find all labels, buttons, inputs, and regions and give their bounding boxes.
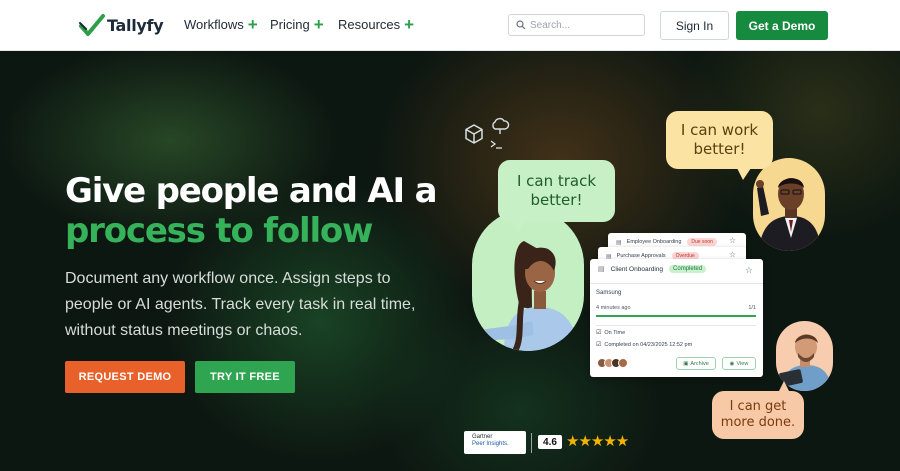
divider xyxy=(590,283,763,284)
assignee-avatars xyxy=(597,358,628,368)
view-button[interactable]: ◉ View xyxy=(722,357,756,370)
progress-bar xyxy=(596,315,756,317)
headline-line-2: process to follow xyxy=(65,211,373,251)
headline-line-1: Give people and AI a xyxy=(65,171,438,211)
progress-count: 1/1 xyxy=(748,305,756,311)
bubble-tail xyxy=(512,221,526,233)
card-title: Client Onboarding xyxy=(610,265,664,273)
plus-icon: + xyxy=(247,15,258,34)
process-icon: ▤ xyxy=(616,239,622,246)
divider xyxy=(596,325,756,326)
avatar xyxy=(618,358,628,368)
hero-section: Give people and AI a process to follow D… xyxy=(0,51,900,471)
time-ago: 4 minutes ago xyxy=(596,305,631,311)
speech-bubble-work: I can work better! xyxy=(666,111,773,169)
nav-item-resources[interactable]: Resources + xyxy=(338,15,415,34)
cloud-icon xyxy=(492,117,510,134)
hero-subtext: Document any workflow once. Assign steps… xyxy=(65,270,416,339)
on-time-row: ☑ On Time xyxy=(596,329,626,337)
completed-text: Completed on 04/23/2025 12:52 pm xyxy=(604,341,693,348)
peer-insights-label: Peer Insights. xyxy=(472,441,509,447)
rating-stars: ★★★★★ xyxy=(566,433,629,450)
nav-item-label: Pricing xyxy=(270,17,310,32)
hero-headline: Give people and AI a process to follow xyxy=(65,171,438,251)
get-demo-button[interactable]: Get a Demo xyxy=(736,11,828,40)
card-title: Employee Onboarding xyxy=(626,239,682,245)
speech-bubble-track: I can track better! xyxy=(498,160,615,222)
logo-check-icon xyxy=(79,13,105,36)
request-demo-button[interactable]: REQUEST DEMO xyxy=(65,361,185,393)
nav-item-label: Workflows xyxy=(184,17,244,32)
status-badge: Due soon xyxy=(687,238,717,246)
gartner-peer-insights-badge[interactable]: Gartner Peer Insights. xyxy=(464,431,526,454)
process-icon: ▤ xyxy=(598,266,605,273)
speech-bubble-done: I can get more done. xyxy=(712,391,804,439)
plus-icon: + xyxy=(404,15,415,34)
plus-icon: + xyxy=(313,15,324,34)
checkbox-icon: ☑ xyxy=(596,342,602,348)
star-icon[interactable]: ☆ xyxy=(745,265,753,276)
nav-item-pricing[interactable]: Pricing + xyxy=(270,15,324,34)
archive-icon: ▣ xyxy=(683,360,689,367)
eye-icon: ◉ xyxy=(729,360,735,367)
woman-pointing-image xyxy=(472,209,584,351)
terminal-icon xyxy=(490,140,502,149)
star-icon[interactable]: ☆ xyxy=(729,250,736,259)
on-time-status: On Time xyxy=(604,329,626,336)
company-name: Samsung xyxy=(596,290,622,296)
archive-label: Archive xyxy=(690,360,709,367)
try-free-button[interactable]: TRY IT FREE xyxy=(195,361,295,393)
clock-check-icon: ☑ xyxy=(596,330,602,336)
rating-score: 4.6 xyxy=(538,435,562,449)
rating-divider xyxy=(531,433,532,453)
archive-button[interactable]: ▣ Archive xyxy=(676,357,716,370)
nav-item-label: Resources xyxy=(338,17,401,32)
status-badge: Completed xyxy=(669,265,707,273)
nav-item-workflows[interactable]: Workflows + xyxy=(184,15,258,34)
bubble-tail xyxy=(737,168,751,180)
logo-text: Tallyfy xyxy=(107,16,164,35)
cube-icon xyxy=(465,124,483,144)
search-box xyxy=(508,14,645,36)
top-nav: Tallyfy Workflows + Pricing + Resources … xyxy=(0,0,900,51)
process-card-client-onboarding[interactable]: ▤ Client Onboarding Completed ☆ Samsung … xyxy=(590,259,763,377)
completed-row: ☑ Completed on 04/23/2025 12:52 pm xyxy=(596,341,693,349)
sign-in-button[interactable]: Sign In xyxy=(660,11,729,40)
view-label: View xyxy=(736,360,749,367)
logo[interactable]: Tallyfy xyxy=(79,12,164,39)
progress-fill xyxy=(596,315,756,317)
search-input[interactable] xyxy=(530,19,635,31)
search-icon xyxy=(516,20,526,30)
gartner-label: Gartner xyxy=(472,434,493,440)
star-icon[interactable]: ☆ xyxy=(729,236,736,245)
man-in-suit-image xyxy=(753,158,825,251)
